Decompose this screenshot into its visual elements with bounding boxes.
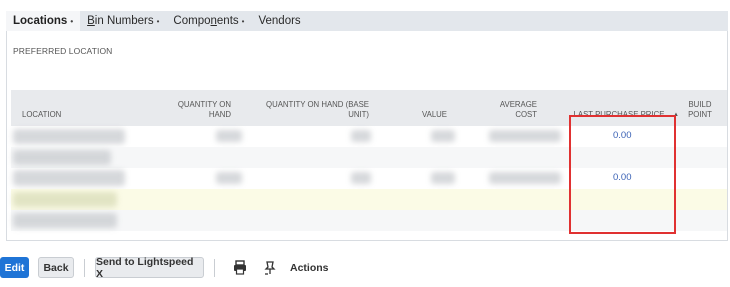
col-header-build-point-label: BUILD POINT [688,100,712,119]
last-purchase-price-link[interactable]: 0.00 [613,130,632,141]
tab-separator-dot: • [241,16,245,26]
subtab-bar: Locations • Bin Numbers • Components • V… [6,11,728,31]
edit-button[interactable]: Edit [0,257,29,278]
redacted-qty [216,130,242,142]
redacted-value [431,172,455,184]
redacted-value [431,130,455,142]
col-header-value[interactable]: VALUE [391,90,447,126]
print-icon[interactable] [232,259,248,276]
redacted-location [13,129,125,144]
tab-vendors-label: Vendors [258,15,301,27]
tab-separator-dot: • [156,16,160,26]
tab-components[interactable]: Components • [166,11,251,31]
table-row-highlighted [11,189,727,210]
table-row: 0.00 [11,126,727,147]
send-to-lightspeed-button[interactable]: Send to Lightspeed X [95,256,204,280]
redacted-qty [216,172,242,184]
table-row [11,210,727,231]
pin-icon[interactable] [262,259,278,276]
tab-bin-numbers-label: Bin Numbers [87,15,154,27]
item-record-page: Locations • Bin Numbers • Components • V… [0,0,730,287]
redacted-location [13,213,117,228]
preferred-location-label: PREFERRED LOCATION [13,46,113,56]
redacted-qty-base [351,130,371,142]
record-toolbar: Edit Back Send to Lightspeed X Actions [0,256,730,280]
col-header-qty-on-hand-base[interactable]: QUANTITY ON HAND (BASE UNIT) [251,90,369,126]
locations-panel: PREFERRED LOCATION LOCATION QUANTITY ON … [6,31,728,241]
redacted-location [13,192,117,207]
toolbar-divider [84,259,85,277]
redacted-location [13,150,111,165]
table-row [11,147,727,168]
actions-menu[interactable]: Actions [290,257,329,278]
redacted-average-cost [489,172,561,184]
col-header-average-cost[interactable]: AVERAGE COST [481,90,537,126]
tab-bin-numbers[interactable]: Bin Numbers • [80,11,166,31]
tab-locations[interactable]: Locations • [6,11,81,31]
sort-ascending-icon: ▲ [673,112,679,118]
tab-locations-label: Locations [13,15,68,27]
col-header-qty-on-hand[interactable]: QUANTITY ON HAND [161,90,231,126]
table-row: 0.00 [11,168,727,189]
redacted-average-cost [489,130,561,142]
col-header-location[interactable]: LOCATION [22,90,142,126]
redacted-qty-base [351,172,371,184]
tab-components-label: Components [173,15,239,27]
tab-separator-dot: • [70,16,74,26]
toolbar-divider [214,259,215,277]
redacted-location [13,170,125,186]
back-button[interactable]: Back [38,257,74,278]
tab-vendors[interactable]: Vendors [251,11,307,31]
last-purchase-price-link[interactable]: 0.00 [613,172,632,183]
col-header-last-purchase-price[interactable]: LAST PURCHASE PRICE [569,90,669,126]
table-header: LOCATION QUANTITY ON HAND QUANTITY ON HA… [11,90,727,126]
col-header-build-point[interactable]: ▲ BUILD POINT [673,90,719,126]
